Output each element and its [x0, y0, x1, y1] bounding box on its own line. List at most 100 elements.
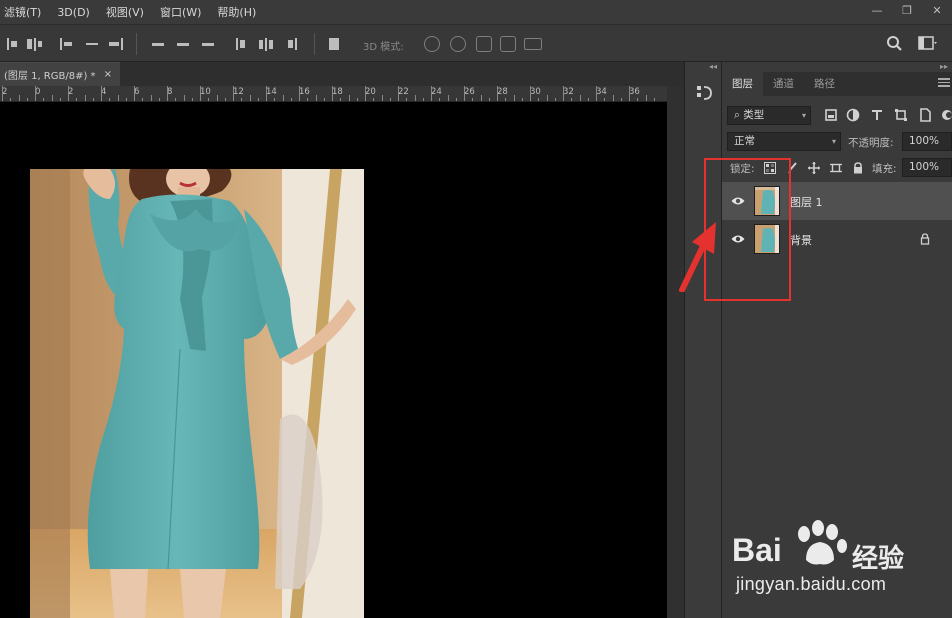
ruler-tick [579, 95, 581, 101]
ruler-number: 14 [266, 87, 277, 97]
type-layer-filter-icon[interactable] [870, 108, 884, 122]
watermark-brand: Bai [732, 532, 782, 568]
lock-position-move-icon[interactable] [808, 162, 820, 174]
annotation-arrow-icon [679, 222, 716, 292]
distribute-left-icon[interactable] [232, 37, 248, 51]
opacity-input[interactable]: 100% [902, 132, 952, 151]
3d-roll-icon[interactable] [450, 36, 466, 52]
ruler-tick [2, 86, 3, 101]
blend-mode-value: 正常 [734, 135, 755, 147]
ruler-tick [257, 98, 259, 101]
ruler-tick [68, 86, 69, 101]
layer-filter-dropdown[interactable]: ⌕ 类型 ▾ [727, 106, 811, 125]
ruler-tick [472, 98, 474, 101]
ruler-tick [356, 98, 358, 101]
ruler-tick [629, 86, 630, 101]
ruler-tick [480, 95, 482, 101]
lock-artboard-icon[interactable] [830, 162, 842, 174]
ruler-number: 24 [431, 87, 442, 97]
align-left-edges-icon[interactable] [4, 37, 20, 51]
align-bottom-edges-icon[interactable] [108, 37, 124, 51]
menu-window[interactable]: 窗口(W) [152, 4, 209, 20]
distribute-vertical-centers-icon[interactable] [175, 37, 191, 51]
ruler-tick [398, 86, 399, 101]
ruler-number: 32 [563, 87, 574, 97]
ruler-tick [125, 98, 127, 101]
pixel-layer-filter-icon[interactable] [824, 108, 838, 122]
ruler-tick [101, 86, 102, 101]
align-vertical-centers-icon[interactable] [84, 37, 100, 51]
align-top-edges-icon[interactable] [58, 37, 74, 51]
ruler-tick [92, 98, 94, 101]
ruler-number: 36 [629, 87, 640, 97]
history-panel-icon[interactable] [696, 84, 713, 101]
auto-align-layers-icon[interactable] [326, 37, 342, 51]
adjustment-layer-filter-icon[interactable] [846, 108, 860, 122]
ruler-tick [266, 86, 267, 101]
dock-collapse-icon[interactable]: ◂◂ [709, 62, 717, 71]
distribute-top-icon[interactable] [150, 37, 166, 51]
ruler-tick [200, 86, 201, 101]
filter-toggle-icon[interactable] [940, 108, 952, 122]
ruler-tick [637, 98, 639, 101]
canvas[interactable] [0, 102, 667, 618]
menu-3d[interactable]: 3D(D) [49, 6, 98, 19]
distribute-horizontal-centers-icon[interactable] [258, 37, 274, 51]
document-tab[interactable]: (图层 1, RGB/8#) * × [0, 62, 120, 86]
tab-layers[interactable]: 图层 [722, 72, 763, 96]
smart-object-filter-icon[interactable] [918, 108, 932, 122]
ruler-number: 34 [596, 87, 607, 97]
ruler-tick [563, 86, 564, 101]
workspace-icon[interactable] [918, 35, 938, 51]
distribute-right-icon[interactable] [284, 37, 300, 51]
canvas-vertical-scrollbar[interactable] [667, 86, 684, 618]
3d-orbit-icon[interactable] [424, 36, 440, 52]
ruler-tick [323, 98, 325, 101]
ruler-tick [191, 98, 193, 101]
tab-channels[interactable]: 通道 [763, 72, 804, 96]
blend-mode-dropdown[interactable]: 正常 ▾ [727, 132, 841, 151]
menu-help[interactable]: 帮助(H) [209, 4, 264, 20]
ruler-tick [439, 98, 441, 101]
ruler-tick [505, 98, 507, 101]
shape-layer-filter-icon[interactable] [894, 108, 908, 122]
distribute-bottom-icon[interactable] [200, 37, 216, 51]
layer-name[interactable]: 图层 1 [790, 194, 823, 210]
lock-all-icon[interactable] [852, 162, 864, 174]
minimize-button[interactable]: — [862, 0, 892, 22]
document-image [30, 169, 364, 618]
document-tab-title: (图层 1, RGB/8#) * [4, 71, 96, 82]
close-window-button[interactable]: ✕ [922, 0, 952, 22]
watermark-brand-suffix: 经验 [852, 544, 905, 574]
horizontal-ruler: 2 0 2 4 6 8 10 12 14 16 18 20 22 24 26 28 30 32 34 36 [0, 86, 667, 102]
3d-scale-icon[interactable] [524, 38, 542, 50]
window-controls: — ❐ ✕ [862, 0, 952, 22]
close-document-icon[interactable]: × [104, 69, 112, 80]
panel-menu-icon[interactable] [938, 78, 950, 89]
search-icon[interactable] [886, 35, 902, 51]
menu-view[interactable]: 视图(V) [98, 4, 152, 20]
restore-button[interactable]: ❐ [892, 0, 922, 22]
3d-slide-icon[interactable] [500, 36, 516, 52]
panel-collapse-icon[interactable]: ▸▸ [940, 62, 948, 71]
ruler-tick [530, 86, 531, 101]
align-horizontal-centers-icon[interactable] [26, 37, 42, 51]
ruler-tick [414, 95, 416, 101]
watermark-url: jingyan.baidu.com [736, 574, 887, 594]
ruler-number: 16 [299, 87, 310, 97]
ruler-tick [51, 95, 53, 101]
ruler-tick [43, 98, 45, 101]
ruler-tick [175, 98, 177, 101]
ruler-tick [59, 98, 61, 101]
3d-pan-icon[interactable] [476, 36, 492, 52]
menu-filter[interactable]: 滤镜(T) [0, 4, 49, 20]
ruler-tick [488, 98, 490, 101]
opacity-label: 不透明度: [848, 137, 894, 149]
ruler-tick [109, 98, 111, 101]
ruler-number: 28 [497, 87, 508, 97]
ruler-tick [332, 86, 333, 101]
ruler-tick [241, 98, 243, 101]
fill-input[interactable]: 100% [902, 158, 952, 177]
layer-name[interactable]: 背景 [790, 232, 812, 248]
tab-paths[interactable]: 路径 [804, 72, 845, 96]
